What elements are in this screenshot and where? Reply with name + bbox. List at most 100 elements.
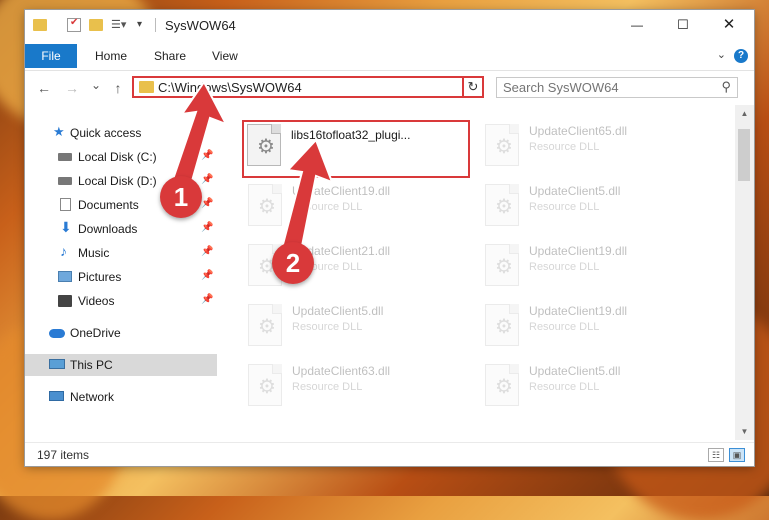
sidebar-item-label: Music: [78, 246, 110, 260]
file-name: UpdateClient5.dll: [529, 364, 621, 378]
file-type: Resource DLL: [292, 381, 363, 393]
sidebar-item-videos[interactable]: Videos 📌: [25, 290, 217, 312]
sidebar-item-network[interactable]: Network: [25, 386, 217, 408]
sidebar-item-local-disk-c[interactable]: Local Disk (C:) 📌: [25, 146, 217, 168]
dll-file-icon: ⚙: [485, 364, 519, 406]
file-item[interactable]: ⚙ UpdateClient5.dll Resource DLL: [245, 302, 475, 358]
quick-access-dropdown-icon[interactable]: ▾: [137, 18, 151, 32]
sidebar-item-music[interactable]: ♪ Music 📌: [25, 242, 217, 264]
folder-icon: [33, 19, 47, 31]
minimize-button[interactable]: —: [614, 10, 660, 40]
sidebar-item-downloads[interactable]: ⬇ Downloads 📌: [25, 218, 217, 240]
pin-icon: 📌: [201, 150, 214, 161]
back-button[interactable]: ←: [35, 78, 53, 98]
search-input[interactable]: [503, 79, 703, 95]
refresh-button[interactable]: ↻: [462, 76, 484, 98]
title-separator: [155, 18, 156, 32]
tab-home[interactable]: Home: [95, 44, 127, 68]
sidebar-item-label: Documents: [78, 198, 139, 212]
expand-ribbon-icon[interactable]: ⌄: [717, 48, 726, 61]
sidebar-item-this-pc[interactable]: This PC: [25, 354, 217, 376]
file-name: UpdateClient65.dll: [529, 124, 628, 138]
pin-icon: 📌: [201, 270, 214, 281]
navigation-bar: ← → ⌄ ↑ C:\Windows\SysWOW64 ⌄ ↻ ⚲: [25, 70, 754, 105]
dll-file-icon: ⚙: [248, 184, 282, 226]
pin-icon: 📌: [201, 246, 214, 257]
file-name: libs16tofloat32_plugi...: [291, 128, 411, 142]
up-button[interactable]: ↑: [109, 78, 127, 98]
sidebar-item-label: This PC: [70, 358, 113, 372]
window-title: SysWOW64: [165, 18, 236, 33]
details-view-icon[interactable]: ☷: [708, 448, 724, 462]
ribbon-tabs: File Home Share View ⌄ ?: [25, 44, 754, 68]
dll-file-icon: ⚙: [247, 124, 281, 166]
file-item-selected[interactable]: ⚙ libs16tofloat32_plugi...: [242, 120, 470, 178]
sidebar-item-quick-access[interactable]: ★ Quick access: [25, 122, 217, 144]
file-type: Resource DLL: [292, 201, 363, 213]
title-bar: ✔ ☰▾ ▾ SysWOW64 — ☐ ✕: [25, 10, 754, 40]
scroll-up-icon[interactable]: ▲: [735, 105, 754, 122]
pictures-icon: [58, 271, 72, 282]
dll-file-icon: ⚙: [485, 244, 519, 286]
sidebar-item-label: OneDrive: [70, 326, 121, 340]
gear-icon: ⚙: [495, 376, 513, 398]
sidebar-item-pictures[interactable]: Pictures 📌: [25, 266, 217, 288]
search-box[interactable]: ⚲: [496, 77, 738, 98]
address-path: C:\Windows\SysWOW64: [158, 80, 302, 95]
customize-toolbar-icon[interactable]: ☰▾: [111, 18, 133, 32]
file-name: UpdateClient63.dll: [292, 364, 391, 378]
dll-file-icon: ⚙: [485, 184, 519, 226]
dll-file-icon: ⚙: [485, 304, 519, 346]
scroll-thumb[interactable]: [738, 129, 750, 181]
gear-icon: ⚙: [258, 196, 276, 218]
sidebar-item-label: Videos: [78, 294, 115, 308]
dll-file-icon: ⚙: [248, 304, 282, 346]
sidebar-item-label: Downloads: [78, 222, 138, 236]
forward-button[interactable]: →: [63, 78, 81, 98]
tab-view[interactable]: View: [212, 44, 238, 68]
pin-icon: 📌: [201, 174, 214, 185]
file-item[interactable]: ⚙ UpdateClient19.dll Resource DLL: [245, 182, 475, 238]
file-item[interactable]: ⚙ UpdateClient63.dll Resource DLL: [245, 362, 475, 418]
explorer-window: ✔ ☰▾ ▾ SysWOW64 — ☐ ✕ File Home Share Vi…: [25, 10, 754, 466]
music-note-icon: ♪: [60, 243, 67, 259]
recent-locations-button[interactable]: ⌄: [87, 75, 105, 95]
file-item[interactable]: ⚙ UpdateClient5.dll Resource DLL: [482, 362, 712, 418]
vertical-scrollbar[interactable]: ▲ ▼: [735, 105, 754, 440]
status-bar: 197 items ☷ ▣: [25, 442, 754, 467]
star-icon: ★: [53, 124, 65, 139]
file-type: Resource DLL: [529, 261, 600, 273]
properties-icon[interactable]: ✔: [67, 17, 81, 32]
file-type: Resource DLL: [529, 321, 600, 333]
gear-icon: ⚙: [495, 136, 513, 158]
dll-file-icon: ⚙: [485, 124, 519, 166]
tab-share[interactable]: Share: [154, 44, 186, 68]
sidebar-item-onedrive[interactable]: OneDrive: [25, 322, 217, 344]
drive-icon: [58, 177, 72, 185]
help-icon[interactable]: ?: [734, 49, 748, 63]
search-icon: ⚲: [721, 79, 731, 94]
close-button[interactable]: ✕: [706, 10, 752, 40]
navigation-pane: ★ Quick access Local Disk (C:) 📌 Local D…: [25, 105, 217, 440]
file-item[interactable]: ⚙ UpdateClient19.dll Resource DLL: [482, 242, 712, 298]
address-bar[interactable]: C:\Windows\SysWOW64 ⌄: [132, 76, 484, 98]
large-icons-view-icon[interactable]: ▣: [729, 448, 745, 462]
tab-file[interactable]: File: [25, 44, 77, 68]
file-item[interactable]: ⚙ UpdateClient5.dll Resource DLL: [482, 182, 712, 238]
download-arrow-icon: ⬇: [60, 219, 72, 235]
file-item[interactable]: ⚙ UpdateClient19.dll Resource DLL: [482, 302, 712, 358]
maximize-button[interactable]: ☐: [660, 10, 706, 40]
film-icon: [58, 295, 72, 307]
step-badge-2: 2: [272, 242, 314, 284]
file-item[interactable]: ⚙ UpdateClient65.dll Resource DLL: [482, 122, 712, 178]
gear-icon: ⚙: [257, 136, 275, 158]
gear-icon: ⚙: [495, 196, 513, 218]
file-type: Resource DLL: [529, 381, 600, 393]
file-type: Resource DLL: [529, 201, 600, 213]
new-folder-icon[interactable]: [89, 19, 103, 31]
sidebar-item-label: Local Disk (D:): [78, 174, 157, 188]
file-name: UpdateClient19.dll: [529, 244, 628, 258]
gear-icon: ⚙: [495, 316, 513, 338]
folder-icon: [139, 81, 154, 93]
scroll-down-icon[interactable]: ▼: [735, 423, 754, 440]
